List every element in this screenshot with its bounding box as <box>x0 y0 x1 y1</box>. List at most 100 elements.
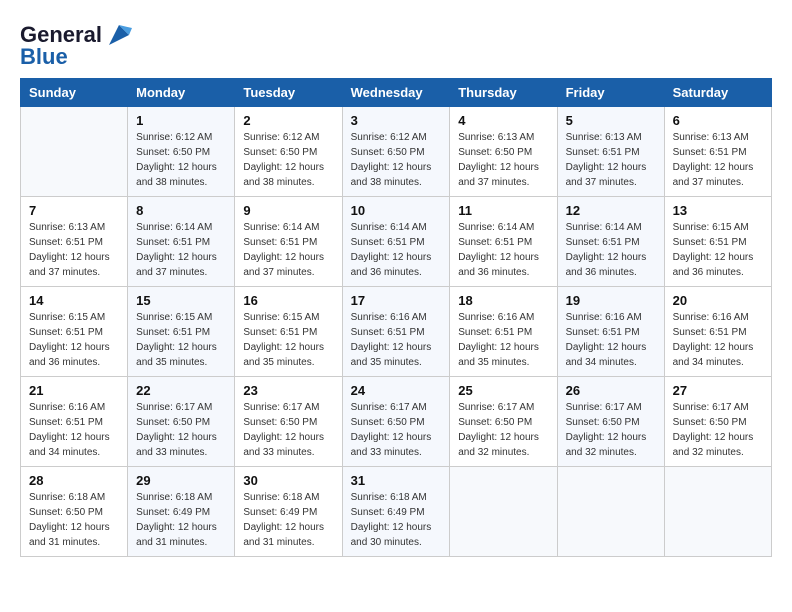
calendar-cell: 31Sunrise: 6:18 AM Sunset: 6:49 PM Dayli… <box>342 467 450 557</box>
day-info: Sunrise: 6:14 AM Sunset: 6:51 PM Dayligh… <box>136 220 226 280</box>
calendar-cell: 25 Sunrise: 6:17 AM Sunset: 6:50 PM Dayli… <box>450 377 557 467</box>
day-number: 22 <box>136 383 226 398</box>
day-number: 19 <box>566 293 656 308</box>
day-info: Sunrise: 6:15 AM Sunset: 6:51 PM Dayligh… <box>243 310 333 370</box>
calendar-cell <box>557 467 664 557</box>
page-header: General Blue <box>20 20 772 68</box>
calendar-week-row: 1 Sunrise: 6:12 AM Sunset: 6:50 PM Daylig… <box>21 107 772 197</box>
day-number: 5 <box>566 113 656 128</box>
calendar-cell: 20 Sunrise: 6:16 AM Sunset: 6:51 PM Dayli… <box>664 287 771 377</box>
logo: General Blue <box>20 20 134 68</box>
day-info: Sunrise: 6:15 AM Sunset: 6:51 PM Dayligh… <box>673 220 763 280</box>
day-number: 20 <box>673 293 763 308</box>
day-info: Sunrise: 6:16 AM Sunset: 6:51 PM Dayligh… <box>673 310 763 370</box>
day-info: Sunrise: 6:12 AM Sunset: 6:50 PM Dayligh… <box>136 130 226 190</box>
day-info: Sunrise: 6:14 AM Sunset: 6:51 PM Dayligh… <box>566 220 656 280</box>
day-info: Sunrise: 6:16 AM Sunset: 6:51 PM Dayligh… <box>351 310 442 370</box>
day-info: Sunrise: 6:18 AM Sunset: 6:49 PM Dayligh… <box>351 490 442 550</box>
day-number: 3 <box>351 113 442 128</box>
day-number: 21 <box>29 383 119 398</box>
day-number: 12 <box>566 203 656 218</box>
weekday-header-monday: Monday <box>128 79 235 107</box>
calendar-cell <box>664 467 771 557</box>
day-number: 10 <box>351 203 442 218</box>
calendar-cell: 9Sunrise: 6:14 AM Sunset: 6:51 PM Daylig… <box>235 197 342 287</box>
calendar-cell: 5 Sunrise: 6:13 AM Sunset: 6:51 PM Daylig… <box>557 107 664 197</box>
weekday-header-friday: Friday <box>557 79 664 107</box>
calendar-cell <box>450 467 557 557</box>
day-number: 9 <box>243 203 333 218</box>
calendar-cell: 16 Sunrise: 6:15 AM Sunset: 6:51 PM Dayli… <box>235 287 342 377</box>
day-number: 15 <box>136 293 226 308</box>
day-info: Sunrise: 6:18 AM Sunset: 6:49 PM Dayligh… <box>136 490 226 550</box>
logo-icon <box>104 20 134 50</box>
day-info: Sunrise: 6:17 AM Sunset: 6:50 PM Dayligh… <box>458 400 548 460</box>
day-info: Sunrise: 6:17 AM Sunset: 6:50 PM Dayligh… <box>673 400 763 460</box>
day-number: 14 <box>29 293 119 308</box>
day-info: Sunrise: 6:14 AM Sunset: 6:51 PM Dayligh… <box>351 220 442 280</box>
day-info: Sunrise: 6:18 AM Sunset: 6:50 PM Dayligh… <box>29 490 119 550</box>
day-info: Sunrise: 6:17 AM Sunset: 6:50 PM Dayligh… <box>136 400 226 460</box>
day-number: 27 <box>673 383 763 398</box>
day-number: 17 <box>351 293 442 308</box>
calendar-cell: 4Sunrise: 6:13 AM Sunset: 6:50 PM Daylig… <box>450 107 557 197</box>
calendar-cell: 7 Sunrise: 6:13 AM Sunset: 6:51 PM Daylig… <box>21 197 128 287</box>
weekday-header-saturday: Saturday <box>664 79 771 107</box>
weekday-header-row: SundayMondayTuesdayWednesdayThursdayFrid… <box>21 79 772 107</box>
calendar-cell: 3 Sunrise: 6:12 AM Sunset: 6:50 PM Daylig… <box>342 107 450 197</box>
calendar-cell: 10 Sunrise: 6:14 AM Sunset: 6:51 PM Dayli… <box>342 197 450 287</box>
calendar-cell: 29Sunrise: 6:18 AM Sunset: 6:49 PM Dayli… <box>128 467 235 557</box>
day-number: 8 <box>136 203 226 218</box>
day-number: 2 <box>243 113 333 128</box>
calendar-cell: 1 Sunrise: 6:12 AM Sunset: 6:50 PM Daylig… <box>128 107 235 197</box>
calendar-cell: 6 Sunrise: 6:13 AM Sunset: 6:51 PM Daylig… <box>664 107 771 197</box>
calendar-cell: 8 Sunrise: 6:14 AM Sunset: 6:51 PM Daylig… <box>128 197 235 287</box>
day-number: 6 <box>673 113 763 128</box>
day-info: Sunrise: 6:15 AM Sunset: 6:51 PM Dayligh… <box>136 310 226 370</box>
weekday-header-sunday: Sunday <box>21 79 128 107</box>
calendar-cell: 27 Sunrise: 6:17 AM Sunset: 6:50 PM Dayli… <box>664 377 771 467</box>
calendar-cell: 30 Sunrise: 6:18 AM Sunset: 6:49 PM Dayli… <box>235 467 342 557</box>
day-number: 25 <box>458 383 548 398</box>
day-info: Sunrise: 6:16 AM Sunset: 6:51 PM Dayligh… <box>29 400 119 460</box>
calendar-table: SundayMondayTuesdayWednesdayThursdayFrid… <box>20 78 772 557</box>
day-info: Sunrise: 6:15 AM Sunset: 6:51 PM Dayligh… <box>29 310 119 370</box>
day-info: Sunrise: 6:13 AM Sunset: 6:51 PM Dayligh… <box>566 130 656 190</box>
day-info: Sunrise: 6:17 AM Sunset: 6:50 PM Dayligh… <box>566 400 656 460</box>
day-info: Sunrise: 6:13 AM Sunset: 6:51 PM Dayligh… <box>29 220 119 280</box>
calendar-cell: 19Sunrise: 6:16 AM Sunset: 6:51 PM Dayli… <box>557 287 664 377</box>
day-info: Sunrise: 6:18 AM Sunset: 6:49 PM Dayligh… <box>243 490 333 550</box>
day-number: 11 <box>458 203 548 218</box>
calendar-week-row: 28 Sunrise: 6:18 AM Sunset: 6:50 PM Dayli… <box>21 467 772 557</box>
calendar-cell: 22 Sunrise: 6:17 AM Sunset: 6:50 PM Dayli… <box>128 377 235 467</box>
day-number: 16 <box>243 293 333 308</box>
calendar-week-row: 7 Sunrise: 6:13 AM Sunset: 6:51 PM Daylig… <box>21 197 772 287</box>
calendar-cell: 2Sunrise: 6:12 AM Sunset: 6:50 PM Daylig… <box>235 107 342 197</box>
day-number: 30 <box>243 473 333 488</box>
calendar-cell: 21 Sunrise: 6:16 AM Sunset: 6:51 PM Dayli… <box>21 377 128 467</box>
day-number: 26 <box>566 383 656 398</box>
calendar-cell: 23 Sunrise: 6:17 AM Sunset: 6:50 PM Dayli… <box>235 377 342 467</box>
day-number: 18 <box>458 293 548 308</box>
calendar-cell: 26 Sunrise: 6:17 AM Sunset: 6:50 PM Dayli… <box>557 377 664 467</box>
day-number: 7 <box>29 203 119 218</box>
calendar-cell: 11Sunrise: 6:14 AM Sunset: 6:51 PM Dayli… <box>450 197 557 287</box>
calendar-cell <box>21 107 128 197</box>
day-number: 13 <box>673 203 763 218</box>
day-info: Sunrise: 6:13 AM Sunset: 6:51 PM Dayligh… <box>673 130 763 190</box>
day-info: Sunrise: 6:16 AM Sunset: 6:51 PM Dayligh… <box>458 310 548 370</box>
calendar-cell: 18 Sunrise: 6:16 AM Sunset: 6:51 PM Dayli… <box>450 287 557 377</box>
day-info: Sunrise: 6:12 AM Sunset: 6:50 PM Dayligh… <box>351 130 442 190</box>
day-number: 23 <box>243 383 333 398</box>
weekday-header-wednesday: Wednesday <box>342 79 450 107</box>
day-info: Sunrise: 6:17 AM Sunset: 6:50 PM Dayligh… <box>351 400 442 460</box>
calendar-cell: 24 Sunrise: 6:17 AM Sunset: 6:50 PM Dayli… <box>342 377 450 467</box>
weekday-header-tuesday: Tuesday <box>235 79 342 107</box>
day-number: 1 <box>136 113 226 128</box>
day-number: 24 <box>351 383 442 398</box>
calendar-cell: 28 Sunrise: 6:18 AM Sunset: 6:50 PM Dayli… <box>21 467 128 557</box>
weekday-header-thursday: Thursday <box>450 79 557 107</box>
day-info: Sunrise: 6:17 AM Sunset: 6:50 PM Dayligh… <box>243 400 333 460</box>
day-number: 28 <box>29 473 119 488</box>
calendar-cell: 15 Sunrise: 6:15 AM Sunset: 6:51 PM Dayli… <box>128 287 235 377</box>
